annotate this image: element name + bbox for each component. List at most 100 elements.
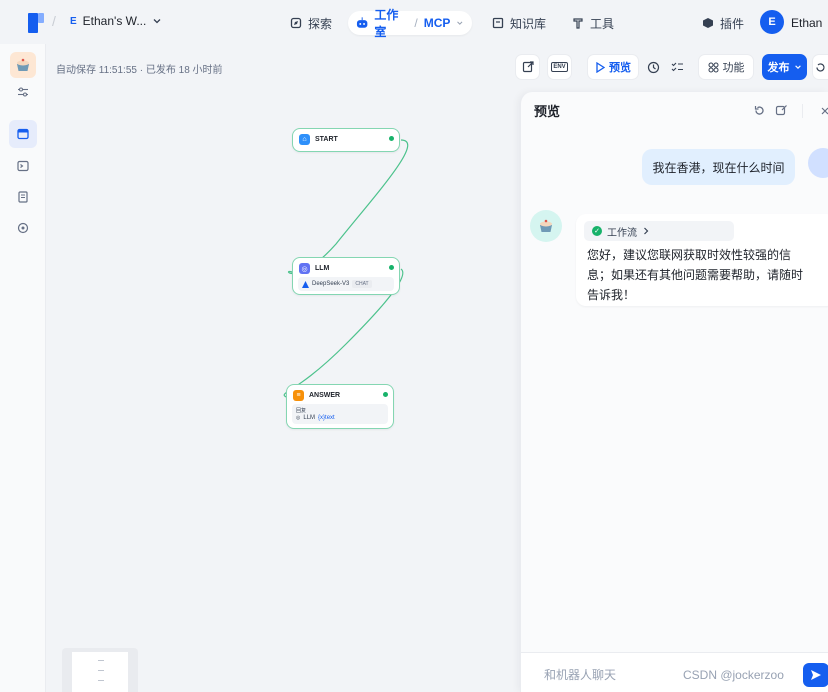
user-name[interactable]: Ethan [791, 16, 822, 30]
version-history-button[interactable] [812, 54, 828, 80]
model-mode-badge: CHAT [352, 280, 372, 288]
preview-label: 预览 [609, 62, 631, 74]
features-label: 功能 [722, 62, 745, 74]
nav-tools[interactable]: 工具 [564, 11, 622, 35]
variable-name: {x}text [318, 415, 335, 421]
answer-node-title: ANSWER [309, 392, 341, 399]
publish-button[interactable]: 发布 [762, 54, 807, 80]
cake-icon [540, 219, 552, 232]
minimap-node [98, 670, 104, 671]
robot-icon [356, 17, 368, 28]
workspace-switcher[interactable]: E Ethan's W... [70, 14, 162, 28]
history-icon [816, 62, 825, 72]
start-node-title: START [315, 136, 338, 143]
preview-button[interactable]: 预览 [587, 54, 639, 80]
nav-studio[interactable]: 工作室 / MCP [348, 8, 472, 39]
llm-node[interactable]: ◎ LLM DeepSeek-V3 CHAT [292, 257, 400, 295]
minimap-viewport [72, 652, 128, 692]
logo-icon[interactable] [28, 13, 44, 33]
divider [802, 104, 803, 118]
user-message: 我在香港，现在什么时间 [642, 149, 795, 185]
sidebar-item-monitor[interactable] [9, 214, 37, 242]
nav-plugins[interactable]: 插件 [694, 11, 752, 35]
sidebar-item-logs[interactable] [9, 183, 37, 211]
chevron-down-icon [153, 19, 161, 24]
env-button[interactable]: ENV [547, 54, 572, 80]
answer-node[interactable]: ≡ ANSWER 回复 ◎ LLM {x}text [286, 384, 394, 429]
chevron-down-icon [457, 21, 463, 25]
nav-explore[interactable]: 探索 [282, 11, 340, 35]
minimap-node [98, 660, 104, 661]
watermark: CSDN @jockerzoo [683, 668, 784, 682]
workflow-edges [283, 139, 409, 398]
checklist-button[interactable] [665, 54, 690, 80]
play-icon [596, 61, 605, 73]
status-dot [383, 392, 388, 397]
app-sidebar [0, 44, 46, 692]
cube-icon [703, 18, 713, 28]
chevron-right-icon [644, 227, 649, 235]
gauge-icon [17, 222, 29, 234]
clock-icon [647, 61, 660, 73]
workflow-tag-label: 工作流 [607, 227, 637, 239]
nav-tools-label: 工具 [590, 16, 615, 31]
llm-icon: ◎ [299, 263, 310, 274]
answer-icon: ≡ [293, 390, 304, 401]
nav-mcp-label[interactable]: MCP [424, 16, 451, 30]
features-button[interactable]: 功能 [698, 54, 754, 80]
bot-message: ✓ 工作流 您好，建议您联网获取时效性较强的信息；如果还有其他问题需要帮助，请随… [576, 214, 828, 306]
document-list-icon [18, 191, 28, 203]
answer-field[interactable]: 回复 ◎ LLM {x}text [292, 404, 388, 424]
llm-node-title: LLM [315, 265, 330, 272]
settings-sliders-button[interactable] [9, 78, 37, 106]
bot-avatar [530, 210, 562, 242]
preview-title: 预览 [534, 104, 561, 119]
sidebar-item-api[interactable] [9, 152, 37, 180]
sliders-icon [18, 87, 28, 97]
hammer-icon [573, 18, 583, 29]
answer-variable: ◎ LLM {x}text [296, 415, 335, 421]
env-label: ENV [551, 62, 568, 72]
layout-icon [17, 128, 29, 140]
book-icon [492, 17, 504, 29]
variable-source-icon: ◎ [296, 415, 301, 421]
nav-knowledge[interactable]: 知识库 [484, 11, 554, 35]
close-icon[interactable] [821, 104, 828, 117]
start-node[interactable]: ⌂ START [292, 128, 400, 152]
workflow-trace-toggle[interactable]: ✓ 工作流 [584, 221, 734, 241]
user-avatar [808, 148, 828, 178]
variable-source: LLM [303, 415, 316, 421]
app-avatar[interactable] [10, 52, 36, 78]
send-icon [811, 670, 821, 680]
workspace-badge: E [70, 15, 77, 27]
workspace-name: Ethan's W... [82, 14, 147, 28]
separator: / [414, 16, 418, 30]
status-dot [389, 265, 394, 270]
chevron-down-icon [794, 65, 801, 69]
workflow-canvas[interactable]: 自动保存 11:51:55 · 已发布 18 小时前 ⌂ START ◎ LLM… [46, 44, 520, 692]
nav-knowledge-label: 知识库 [510, 16, 547, 31]
sidebar-item-orchestrate[interactable] [9, 120, 37, 148]
chat-input[interactable]: 和机器人聊天 [544, 666, 616, 683]
home-icon: ⌂ [299, 134, 310, 145]
preview-panel: 预览 我在香港，现在什么时间 ✓ 工作流 您好，建议您联网获取时效性较强的信息；… [520, 92, 828, 692]
cake-icon [17, 58, 29, 71]
variables-icon[interactable] [775, 104, 788, 117]
model-selector[interactable]: DeepSeek-V3 CHAT [298, 277, 394, 291]
exit-button[interactable] [515, 54, 540, 80]
exit-icon [522, 61, 534, 73]
minimap-node [98, 680, 104, 681]
top-navigation: / E Ethan's W... 探索 工作室 / MCP 知识库 工具 插件 … [0, 0, 828, 44]
publish-label: 发布 [767, 62, 790, 74]
status-dot [389, 136, 394, 141]
refresh-icon[interactable] [753, 104, 766, 117]
user-avatar[interactable]: E [760, 10, 784, 34]
history-button[interactable] [641, 54, 666, 80]
terminal-icon [17, 160, 29, 172]
answer-field-label: 回复 [296, 408, 307, 414]
deepseek-icon [302, 280, 309, 288]
checklist-icon [671, 62, 683, 72]
grid-icon [708, 62, 718, 72]
minimap[interactable] [62, 648, 138, 692]
send-button[interactable] [803, 663, 828, 687]
